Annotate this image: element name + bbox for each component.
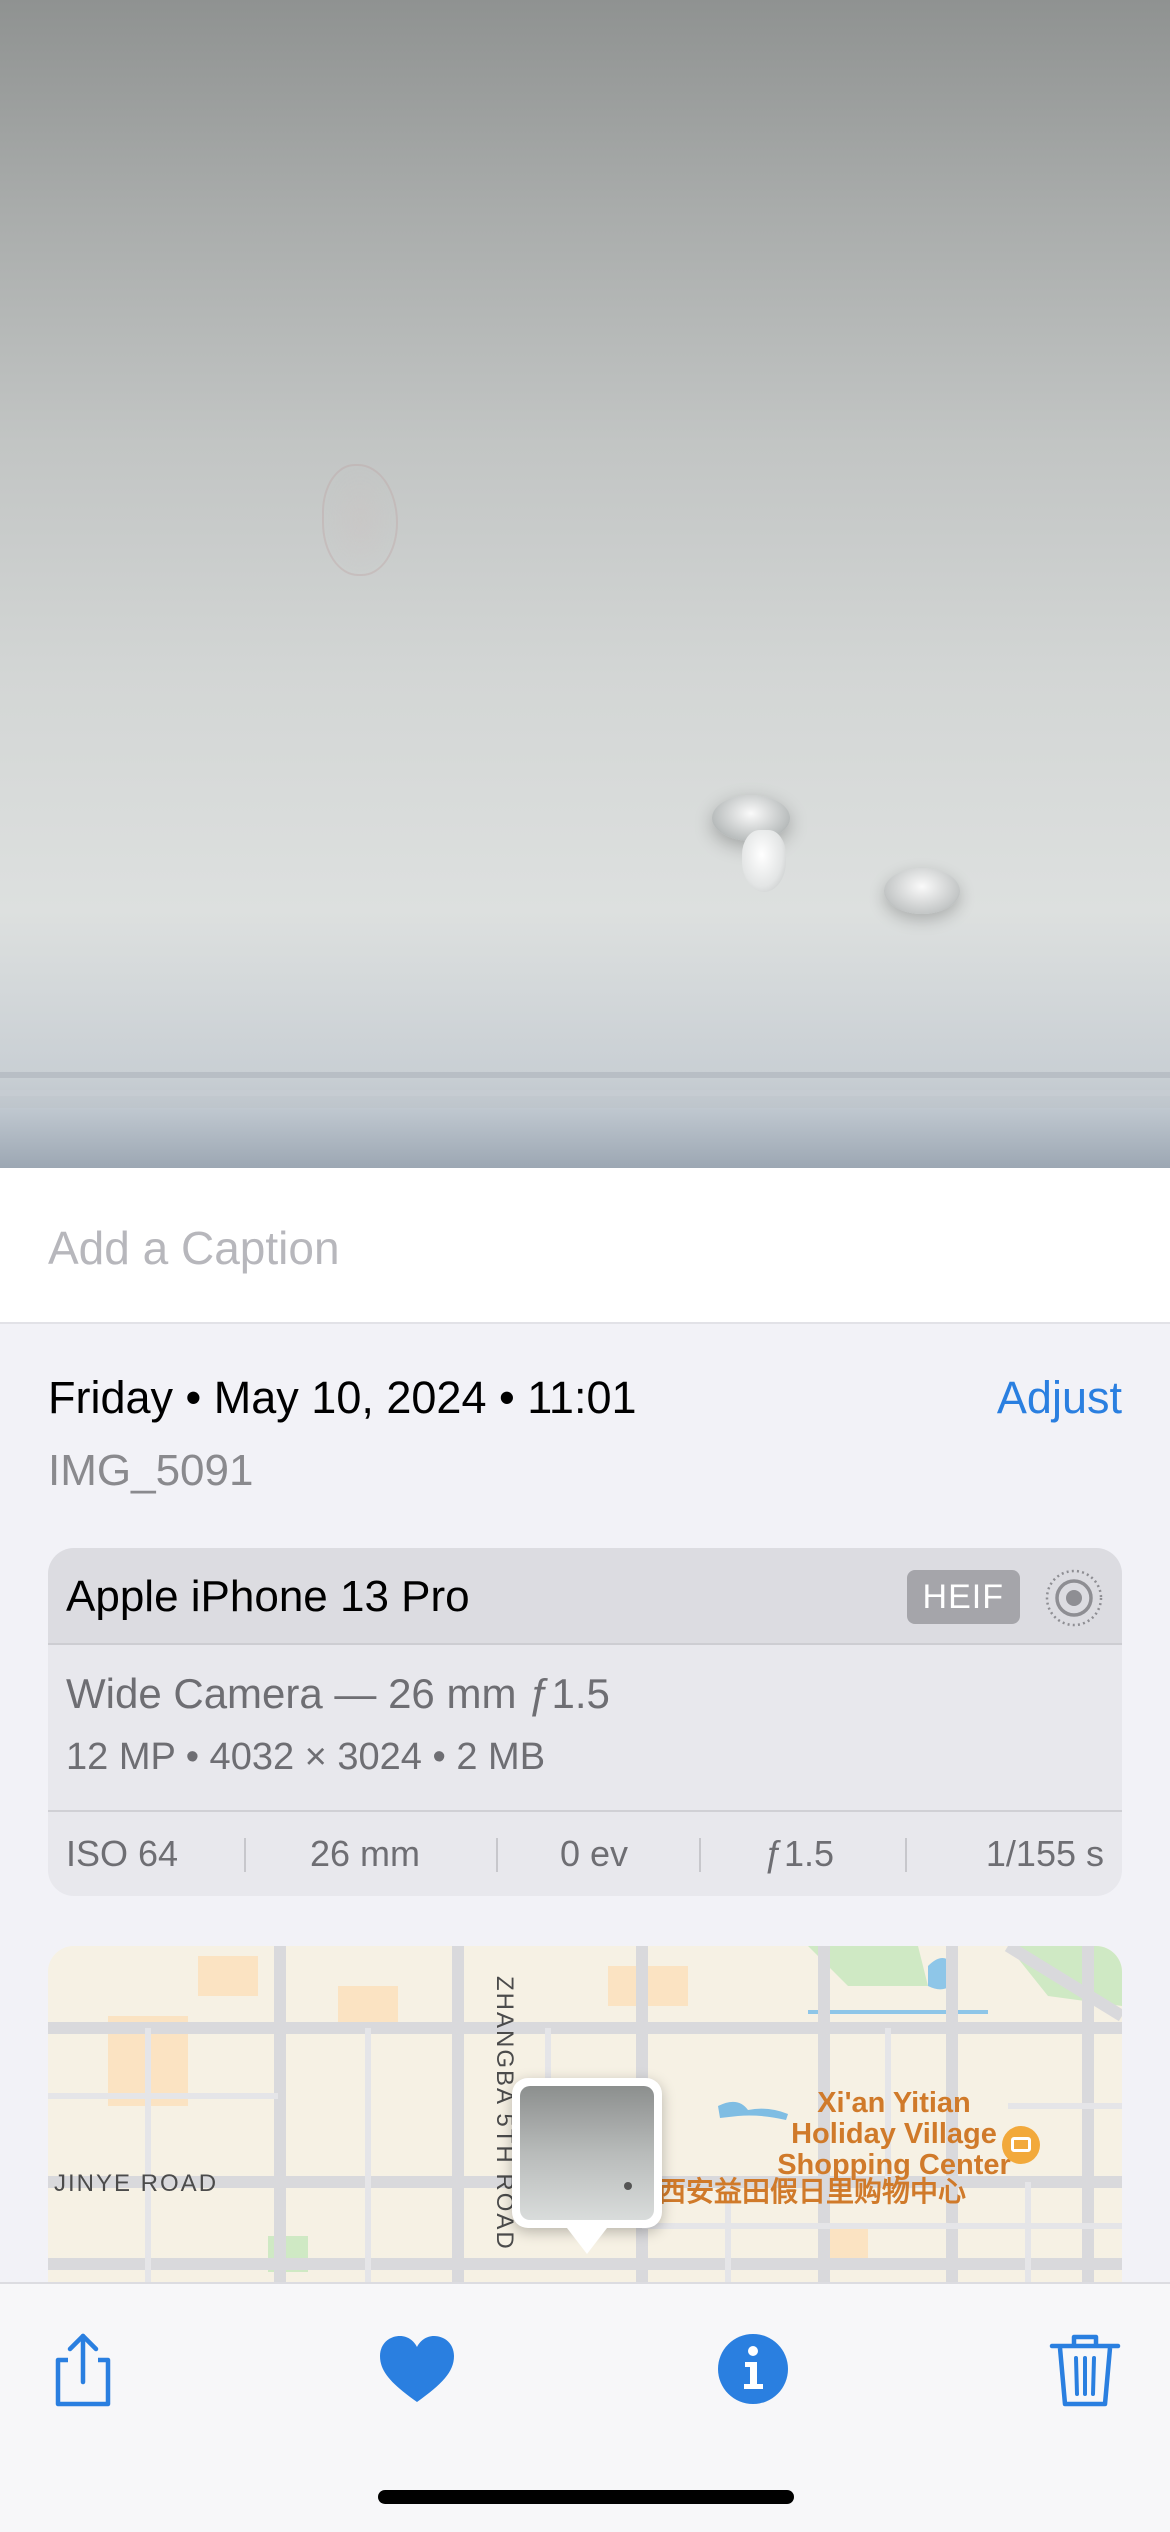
exif-shutter-speed: 1/155 s bbox=[985, 1833, 1104, 1874]
caption-row bbox=[0, 1168, 1170, 1324]
camera-info-header: Apple iPhone 13 Pro HEIF bbox=[48, 1548, 1122, 1645]
crown-molding bbox=[0, 1090, 1170, 1096]
file-name: IMG_5091 bbox=[48, 1446, 254, 1495]
shopping-bag-icon[interactable] bbox=[1002, 2126, 1040, 2164]
exif-row: ISO 64 26 mm 0 ev ƒ1.5 1/155 s bbox=[48, 1812, 1122, 1896]
image-specs: 12 MP • 4032 × 3024 • 2 MB bbox=[66, 1736, 546, 1778]
light-bulb bbox=[742, 830, 786, 892]
exif-exposure-value: 0 ev bbox=[560, 1833, 629, 1874]
adjust-date-button[interactable]: Adjust bbox=[997, 1372, 1122, 1424]
road-label-jinye: JINYE ROAD bbox=[54, 2170, 219, 2197]
exif-focal-length: 26 mm bbox=[310, 1833, 421, 1874]
exif-aperture: ƒ1.5 bbox=[764, 1833, 835, 1874]
info-icon[interactable] bbox=[708, 2324, 798, 2414]
exif-separator bbox=[496, 1838, 498, 1872]
crown-molding bbox=[0, 1072, 1170, 1078]
location-map[interactable]: JINYE ROAD ZHANGBA 5TH ROAD Xi'an Yitian… bbox=[48, 1946, 1122, 2286]
smoke-detector bbox=[884, 868, 960, 914]
exif-separator bbox=[905, 1838, 907, 1872]
poi-label-line: Xi'an Yitian bbox=[817, 2087, 971, 2119]
live-photo-icon[interactable] bbox=[1044, 1568, 1104, 1628]
format-badge: HEIF bbox=[906, 1570, 1020, 1624]
camera-info-card: Apple iPhone 13 Pro HEIF Wide Camera — 2… bbox=[48, 1548, 1122, 1896]
lens-info: Wide Camera — 26 mm ƒ1.5 bbox=[66, 1670, 610, 1717]
photo-location-pin[interactable] bbox=[512, 2078, 662, 2254]
exif-separator bbox=[699, 1838, 701, 1872]
caption-input[interactable] bbox=[48, 1218, 1118, 1278]
exif-iso: ISO 64 bbox=[66, 1833, 179, 1874]
photo-thumbnail bbox=[520, 2086, 654, 2220]
photo-view[interactable] bbox=[0, 0, 1170, 1168]
exif-separator bbox=[244, 1838, 246, 1872]
heart-icon[interactable] bbox=[372, 2324, 462, 2414]
trash-icon[interactable] bbox=[1040, 2324, 1130, 2414]
device-name: Apple iPhone 13 Pro bbox=[66, 1572, 470, 1621]
wall-edge bbox=[0, 1108, 1170, 1168]
share-icon[interactable] bbox=[38, 2324, 128, 2414]
poi-label-chinese: 西安益田假日里购物中心 bbox=[658, 2176, 967, 2207]
ceiling-stain bbox=[322, 464, 398, 576]
home-indicator[interactable] bbox=[378, 2490, 794, 2504]
capture-date: Friday • May 10, 2024 • 11:01 bbox=[48, 1372, 637, 1423]
